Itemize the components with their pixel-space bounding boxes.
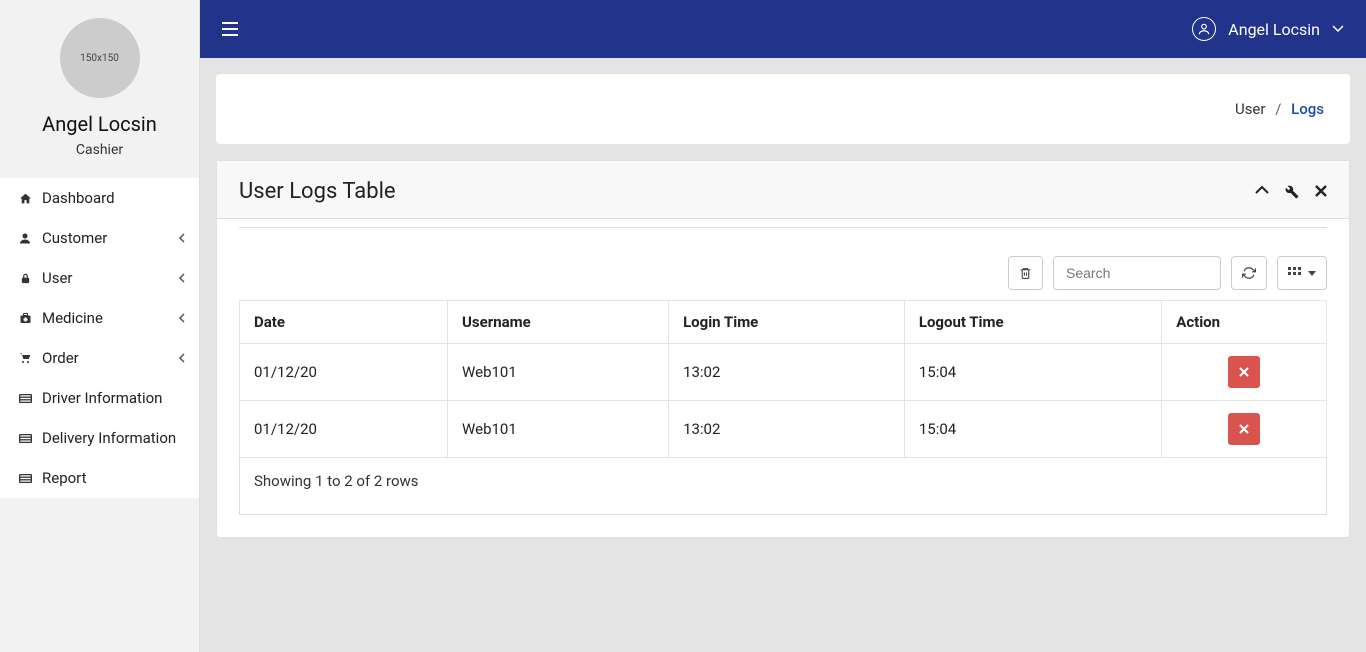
cell-login_time: 13:02 (669, 344, 905, 401)
cell-date: 01/12/20 (240, 401, 448, 458)
user-logs-table: DateUsernameLogin TimeLogout TimeAction … (239, 300, 1327, 458)
close-icon (1239, 367, 1249, 377)
chevron-left-icon (178, 313, 185, 323)
list-icon (18, 433, 32, 444)
cell-action (1162, 401, 1327, 458)
chevron-down-icon (1332, 25, 1344, 33)
sidebar: 150x150 Angel Locsin Cashier Dashboard Cu… (0, 0, 200, 652)
sidebar-toggle-button[interactable] (222, 22, 238, 36)
delete-row-button[interactable] (1228, 413, 1260, 445)
profile-name: Angel Locsin (42, 112, 157, 136)
columns-button[interactable] (1277, 256, 1327, 290)
caret-down-icon (1308, 271, 1316, 276)
content: User / Logs User Logs Table (200, 58, 1366, 568)
sidebar-item-label: Medicine (42, 309, 103, 327)
topbar: Angel Locsin (200, 0, 1366, 58)
sidebar-item-customer[interactable]: Customer (0, 218, 199, 258)
table-header-login-time[interactable]: Login Time (669, 301, 905, 344)
settings-panel-button[interactable] (1285, 185, 1299, 199)
breadcrumb-separator: / (1275, 100, 1281, 118)
refresh-button[interactable] (1231, 256, 1267, 290)
grid-icon (1288, 267, 1302, 279)
table-header-date[interactable]: Date (240, 301, 448, 344)
delete-button[interactable] (1008, 256, 1043, 290)
search-input[interactable] (1053, 256, 1221, 290)
breadcrumb: User / Logs (1235, 100, 1324, 118)
table-header-logout-time[interactable]: Logout Time (904, 301, 1161, 344)
table-toolbar (239, 256, 1327, 290)
table-row: 01/12/20Web10113:0215:04 (240, 344, 1327, 401)
panel-body: DateUsernameLogin TimeLogout TimeAction … (217, 219, 1349, 537)
panel-title: User Logs Table (239, 179, 396, 204)
close-panel-button[interactable] (1315, 185, 1327, 199)
sidebar-nav: Dashboard Customer User Medicine Order Driver… (0, 178, 199, 498)
chevron-left-icon (178, 353, 185, 363)
close-icon (1239, 424, 1249, 434)
cell-date: 01/12/20 (240, 344, 448, 401)
delete-row-button[interactable] (1228, 356, 1260, 388)
sidebar-item-label: User (42, 269, 73, 287)
cell-logout_time: 15:04 (904, 344, 1161, 401)
sidebar-item-label: Order (42, 349, 79, 367)
chevron-left-icon (178, 273, 185, 283)
home-icon (18, 192, 32, 205)
main: Angel Locsin User / Logs User Logs Table (200, 0, 1366, 652)
sidebar-item-label: Delivery Information (42, 429, 176, 447)
sidebar-item-medicine[interactable]: Medicine (0, 298, 199, 338)
panel-header: User Logs Table (217, 161, 1349, 219)
collapse-panel-button[interactable] (1255, 185, 1269, 199)
refresh-icon (1242, 266, 1256, 280)
hamburger-icon (222, 22, 238, 36)
table-header-action[interactable]: Action (1162, 301, 1327, 344)
user-logs-panel: User Logs Table (216, 160, 1350, 538)
cell-username: Web101 (448, 401, 669, 458)
avatar: 150x150 (60, 18, 140, 98)
sidebar-item-user[interactable]: User (0, 258, 199, 298)
cart-icon (18, 352, 32, 364)
sidebar-item-label: Customer (42, 229, 107, 247)
paging-info: Showing 1 to 2 of 2 rows (239, 458, 1327, 515)
sidebar-item-report[interactable]: Report (0, 458, 199, 498)
user-icon (18, 232, 32, 245)
breadcrumb-parent[interactable]: User (1235, 100, 1266, 118)
profile-role: Cashier (76, 142, 123, 158)
cell-username: Web101 (448, 344, 669, 401)
lock-icon (18, 272, 32, 285)
sidebar-item-driver-information[interactable]: Driver Information (0, 378, 199, 418)
table-row: 01/12/20Web10113:0215:04 (240, 401, 1327, 458)
cell-login_time: 13:02 (669, 401, 905, 458)
sidebar-item-label: Dashboard (42, 189, 115, 207)
panel-tools (1255, 185, 1327, 199)
breadcrumb-card: User / Logs (216, 74, 1350, 144)
medkit-icon (18, 312, 32, 324)
trash-icon (1019, 266, 1032, 280)
breadcrumb-current: Logs (1291, 100, 1324, 118)
sidebar-item-dashboard[interactable]: Dashboard (0, 178, 199, 218)
cell-action (1162, 344, 1327, 401)
list-icon (18, 393, 32, 404)
sidebar-item-label: Report (42, 469, 87, 487)
list-icon (18, 473, 32, 484)
sidebar-item-order[interactable]: Order (0, 338, 199, 378)
sidebar-item-label: Driver Information (42, 389, 162, 407)
sidebar-profile: 150x150 Angel Locsin Cashier (0, 0, 199, 178)
user-dropdown-name: Angel Locsin (1228, 20, 1320, 39)
table-header-username[interactable]: Username (448, 301, 669, 344)
user-dropdown[interactable]: Angel Locsin (1192, 17, 1344, 41)
sidebar-item-delivery-information[interactable]: Delivery Information (0, 418, 199, 458)
user-avatar-icon (1192, 17, 1216, 41)
cell-logout_time: 15:04 (904, 401, 1161, 458)
chevron-left-icon (178, 233, 185, 243)
